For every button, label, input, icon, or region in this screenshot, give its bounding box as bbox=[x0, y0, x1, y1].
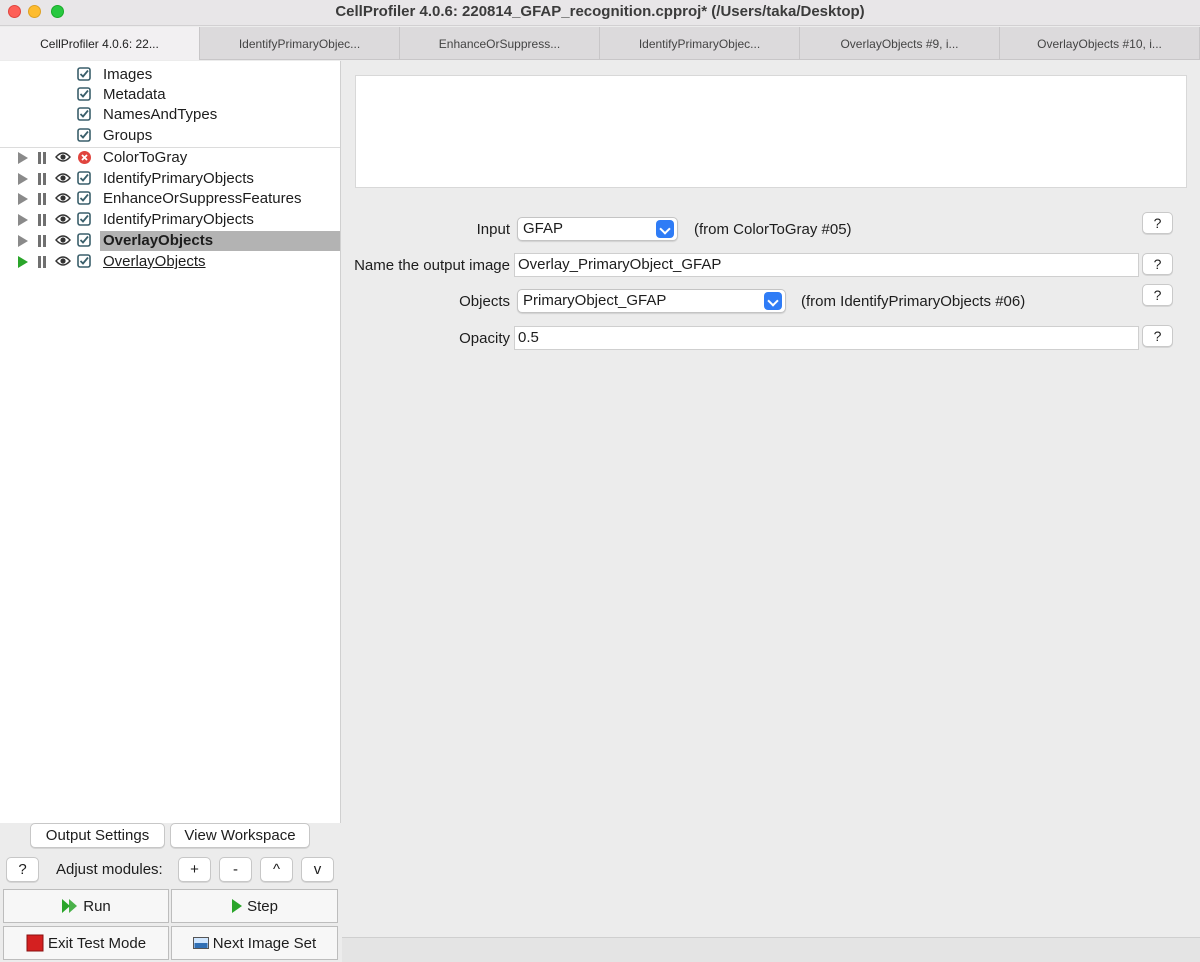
window-titlebar: CellProfiler 4.0.6: 220814_GFAP_recognit… bbox=[0, 0, 1200, 26]
output-image-name-input[interactable]: Overlay_PrimaryObject_GFAP bbox=[514, 253, 1139, 277]
eye-icon[interactable] bbox=[55, 213, 71, 225]
pause-icon[interactable] bbox=[37, 193, 48, 205]
module-notes-textarea[interactable] bbox=[355, 75, 1187, 188]
eye-icon[interactable] bbox=[55, 255, 71, 267]
step-button[interactable]: Step bbox=[171, 889, 338, 923]
input-image-value: GFAP bbox=[523, 220, 564, 237]
image-set-icon bbox=[192, 937, 209, 949]
step-label: Step bbox=[247, 897, 278, 915]
checkmark-icon bbox=[77, 171, 91, 185]
checkmark-icon bbox=[77, 254, 91, 268]
module-row[interactable]: IdentifyPrimaryObjects bbox=[0, 210, 340, 230]
chevron-down-icon bbox=[764, 292, 782, 310]
eye-icon[interactable] bbox=[55, 192, 71, 204]
pause-icon[interactable] bbox=[37, 214, 48, 226]
run-label: Run bbox=[83, 897, 111, 915]
pause-icon[interactable] bbox=[37, 256, 48, 268]
window-title: CellProfiler 4.0.6: 220814_GFAP_recognit… bbox=[335, 3, 865, 20]
pause-icon[interactable] bbox=[37, 235, 48, 247]
input-help-button[interactable]: ? bbox=[1142, 212, 1173, 234]
run-to-here-icon[interactable] bbox=[18, 235, 28, 247]
opacity-label: Opacity bbox=[459, 330, 510, 347]
input-module-label: Images bbox=[103, 65, 153, 83]
run-icon bbox=[62, 899, 78, 913]
input-module-images[interactable]: Images bbox=[0, 64, 340, 84]
tab-main-window[interactable]: CellProfiler 4.0.6: 22... bbox=[0, 27, 200, 60]
input-module-groups[interactable]: Groups bbox=[0, 125, 340, 145]
input-module-label: NamesAndTypes bbox=[103, 105, 218, 123]
checkmark-icon bbox=[77, 107, 91, 121]
checkmark-icon bbox=[77, 212, 91, 226]
checkmark-icon bbox=[77, 67, 91, 81]
output-name-help-button[interactable]: ? bbox=[1142, 253, 1173, 275]
tab-identify-primary-objects-1[interactable]: IdentifyPrimaryObjec... bbox=[200, 27, 400, 60]
help-button[interactable]: ? bbox=[6, 857, 39, 882]
remove-module-button[interactable]: - bbox=[219, 857, 252, 882]
tab-overlay-objects-9[interactable]: OverlayObjects #9, i... bbox=[800, 27, 1000, 60]
opacity-help-button[interactable]: ? bbox=[1142, 325, 1173, 347]
input-source-text: (from ColorToGray #05) bbox=[694, 221, 852, 238]
eye-icon[interactable] bbox=[55, 151, 71, 163]
input-module-label: Metadata bbox=[103, 85, 166, 103]
status-bar bbox=[342, 937, 1200, 962]
run-to-here-icon[interactable] bbox=[18, 152, 28, 164]
module-settings-panel: Input GFAP (from ColorToGray #05) ? Name… bbox=[342, 61, 1200, 962]
module-name: IdentifyPrimaryObjects bbox=[103, 211, 254, 228]
input-module-metadata[interactable]: Metadata bbox=[0, 84, 340, 104]
add-module-button[interactable]: + bbox=[178, 857, 211, 882]
chevron-down-icon bbox=[656, 220, 674, 238]
input-module-label: Groups bbox=[103, 126, 153, 144]
view-workspace-button[interactable]: View Workspace bbox=[170, 823, 310, 848]
objects-select[interactable]: PrimaryObject_GFAP bbox=[517, 289, 786, 313]
opacity-input[interactable]: 0.5 bbox=[514, 326, 1139, 350]
module-name: OverlayObjects bbox=[103, 253, 206, 270]
output-name-label: Name the output image bbox=[354, 257, 510, 274]
run-to-here-icon[interactable] bbox=[18, 193, 28, 205]
exit-test-mode-button[interactable]: Exit Test Mode bbox=[3, 926, 169, 960]
module-row[interactable]: ColorToGray bbox=[0, 148, 340, 168]
module-row-selected[interactable]: OverlayObjects bbox=[0, 231, 340, 251]
current-module-arrow-icon[interactable] bbox=[18, 256, 28, 268]
run-to-here-icon[interactable] bbox=[18, 173, 28, 185]
pause-icon[interactable] bbox=[37, 152, 48, 164]
move-module-down-button[interactable]: v bbox=[301, 857, 334, 882]
module-row[interactable]: IdentifyPrimaryObjects bbox=[0, 169, 340, 189]
input-module-namesandtypes[interactable]: NamesAndTypes bbox=[0, 104, 340, 124]
checkmark-icon bbox=[77, 191, 91, 205]
run-button[interactable]: Run bbox=[3, 889, 169, 923]
pause-icon[interactable] bbox=[37, 173, 48, 185]
module-row-current[interactable]: OverlayObjects bbox=[0, 252, 340, 272]
next-image-set-button[interactable]: Next Image Set bbox=[171, 926, 338, 960]
pipeline-panel: Images Metadata NamesAndTypes Groups Col… bbox=[0, 61, 341, 823]
output-settings-button[interactable]: Output Settings bbox=[30, 823, 165, 848]
tab-bar: CellProfiler 4.0.6: 22... IdentifyPrimar… bbox=[0, 27, 1200, 60]
input-image-select[interactable]: GFAP bbox=[517, 217, 678, 241]
error-icon bbox=[78, 151, 91, 164]
exit-test-mode-label: Exit Test Mode bbox=[47, 934, 147, 952]
move-module-up-button[interactable]: ^ bbox=[260, 857, 293, 882]
step-icon bbox=[232, 899, 243, 913]
objects-help-button[interactable]: ? bbox=[1142, 284, 1173, 306]
next-image-set-label: Next Image Set bbox=[212, 934, 317, 952]
checkmark-icon bbox=[77, 128, 91, 142]
objects-label: Objects bbox=[459, 293, 510, 310]
tab-overlay-objects-10[interactable]: OverlayObjects #10, i... bbox=[1000, 27, 1200, 60]
module-name: EnhanceOrSuppressFeatures bbox=[103, 190, 302, 207]
tab-identify-primary-objects-2[interactable]: IdentifyPrimaryObjec... bbox=[600, 27, 800, 60]
module-name: IdentifyPrimaryObjects bbox=[103, 170, 254, 187]
objects-source-text: (from IdentifyPrimaryObjects #06) bbox=[801, 293, 1026, 310]
checkmark-icon bbox=[77, 233, 91, 247]
module-name: OverlayObjects bbox=[100, 231, 340, 251]
checkmark-icon bbox=[77, 87, 91, 101]
module-name: ColorToGray bbox=[103, 149, 188, 166]
stop-icon bbox=[26, 934, 44, 952]
module-row[interactable]: EnhanceOrSuppressFeatures bbox=[0, 189, 340, 209]
tab-enhance-or-suppress[interactable]: EnhanceOrSuppress... bbox=[400, 27, 600, 60]
input-label: Input bbox=[476, 221, 510, 238]
adjust-modules-label: Adjust modules: bbox=[56, 861, 163, 878]
run-to-here-icon[interactable] bbox=[18, 214, 28, 226]
eye-icon[interactable] bbox=[55, 172, 71, 184]
eye-icon[interactable] bbox=[55, 234, 71, 246]
objects-value: PrimaryObject_GFAP bbox=[523, 292, 667, 309]
